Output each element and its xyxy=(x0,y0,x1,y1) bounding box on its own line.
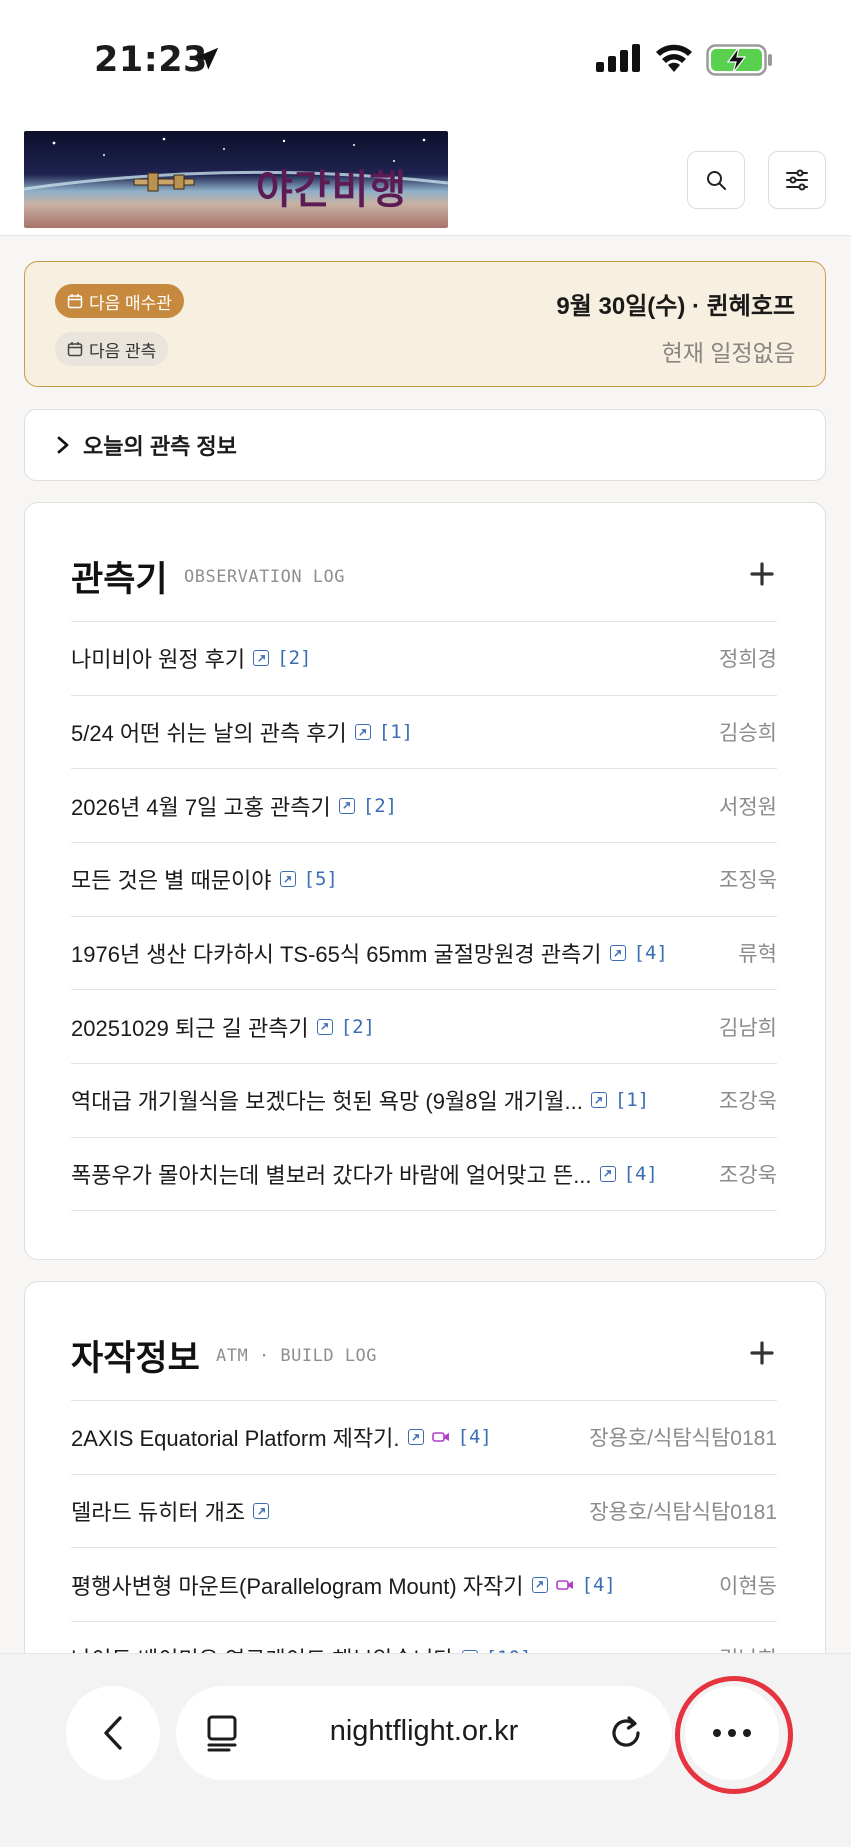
calendar-icon xyxy=(67,342,83,357)
comment-count: [4] xyxy=(581,1573,616,1596)
back-button[interactable] xyxy=(66,1686,160,1780)
site-header: 야간비행 xyxy=(0,124,851,236)
highlight-annotation-circle xyxy=(675,1676,793,1794)
build-log-list: 2AXIS Equatorial Platform 제작기. [4] 장용호/식… xyxy=(71,1400,777,1695)
post-author: 서정원 xyxy=(719,795,777,819)
video-attachment-icon xyxy=(555,1578,574,1592)
post-author: 정희경 xyxy=(719,648,777,672)
search-icon xyxy=(707,171,726,190)
post-author: 조강욱 xyxy=(719,1090,777,1114)
url-text[interactable]: nightflight.or.kr xyxy=(176,1715,672,1748)
observation-log-panel: 관측기 OBSERVATION LOG 나미비아 원정 후기 [2] 정희경 5… xyxy=(24,502,826,1260)
build-log-title: 자작정보 xyxy=(71,1339,200,1379)
list-item[interactable]: 나미비아 원정 후기 [2] 정희경 xyxy=(71,621,777,695)
status-time: 21:23 xyxy=(94,40,208,80)
chevron-left-icon xyxy=(104,1716,122,1750)
today-observation-label: 오늘의 관측 정보 xyxy=(83,434,237,459)
comment-count: [2] xyxy=(362,794,398,817)
comment-count: [5] xyxy=(303,868,338,891)
next-observation-value: 현재 일정없음 xyxy=(661,340,795,366)
comment-count: [2] xyxy=(340,1015,375,1038)
post-title[interactable]: 5/24 어떤 쉬는 날의 관측 후기 xyxy=(71,716,347,748)
image-attachment-icon xyxy=(599,1165,616,1182)
chevron-right-icon xyxy=(57,436,69,454)
next-meetup-value: 9월 30일(수) · 퀸혜호프 xyxy=(556,293,795,320)
add-build-log-button[interactable] xyxy=(749,1340,775,1366)
post-title[interactable]: 2AXIS Equatorial Platform 제작기. xyxy=(71,1421,400,1453)
list-item[interactable]: 5/24 어떤 쉬는 날의 관측 후기 [1] 김승희 xyxy=(71,694,777,769)
list-item[interactable]: 2AXIS Equatorial Platform 제작기. [4] 장용호/식… xyxy=(71,1400,777,1474)
build-log-subtitle: ATM · BUILD LOG xyxy=(216,1346,378,1366)
logo-text: 야간비행 xyxy=(256,167,408,213)
image-attachment-icon xyxy=(253,650,270,667)
list-item[interactable]: 폭풍우가 몰아치는데 별보러 갔다가 바람에 얼어맞고 뜬... [4] 조강욱 xyxy=(71,1136,777,1211)
observation-list: 나미비아 원정 후기 [2] 정희경 5/24 어떤 쉬는 날의 관측 후기 [… xyxy=(71,621,777,1211)
next-observation-label: 다음 관측 xyxy=(89,341,157,361)
image-attachment-icon xyxy=(338,797,355,814)
image-attachment-icon xyxy=(316,1018,333,1035)
list-item[interactable]: 역대급 개기월식을 보겠다는 헛된 욕망 (9월8일 개기월... [1] 조강… xyxy=(71,1063,777,1137)
address-bar[interactable]: nightflight.or.kr xyxy=(176,1686,672,1780)
settings-menu-button[interactable] xyxy=(768,151,826,209)
comment-count: [1] xyxy=(614,1089,650,1112)
comment-count: [4] xyxy=(457,1426,492,1449)
list-item[interactable]: 평행사변형 마운트(Parallelogram Mount) 자작기 [4] 이… xyxy=(71,1547,777,1621)
next-meetup-badge: 다음 매수관 xyxy=(55,284,184,318)
wifi-icon xyxy=(654,42,694,79)
list-item[interactable]: 델라드 듀히터 개조 장용호/식탐식탐0181 xyxy=(71,1473,777,1548)
next-observation-badge: 다음 관측 xyxy=(55,332,169,366)
image-attachment-icon xyxy=(609,945,626,962)
add-observation-button[interactable] xyxy=(749,561,775,587)
post-title[interactable]: 나미비아 원정 후기 xyxy=(71,642,245,674)
observation-log-title: 관측기 xyxy=(71,560,168,600)
list-item[interactable]: 20251029 퇴근 길 관측기 [2] 김남희 xyxy=(71,989,777,1063)
post-title[interactable]: 평행사변형 마운트(Parallelogram Mount) 자작기 xyxy=(71,1569,524,1601)
sliders-icon xyxy=(786,169,808,191)
next-meetup-label: 다음 매수관 xyxy=(89,293,172,313)
post-author: 류혁 xyxy=(738,943,777,967)
post-title[interactable]: 델라드 듀히터 개조 xyxy=(71,1495,245,1527)
post-author: 이현동 xyxy=(719,1574,777,1598)
post-title[interactable]: 2026년 4월 7일 고홍 관측기 xyxy=(71,790,331,822)
list-item[interactable]: 1976년 생산 다카하시 TS-65식 65mm 굴절망원경 관측기 [4] … xyxy=(71,915,777,990)
status-bar: 21:23 xyxy=(0,0,851,124)
reload-icon[interactable] xyxy=(608,1711,646,1753)
image-attachment-icon xyxy=(407,1429,424,1446)
post-author: 김남희 xyxy=(719,1016,777,1040)
post-title[interactable]: 1976년 생산 다카하시 TS-65식 65mm 굴절망원경 관측기 xyxy=(71,937,602,969)
comment-count: [4] xyxy=(623,1162,658,1185)
image-attachment-icon xyxy=(590,1092,607,1109)
video-attachment-icon xyxy=(431,1430,450,1444)
comment-count: [1] xyxy=(378,721,414,744)
site-logo[interactable]: 야간비행 xyxy=(24,131,448,228)
search-button[interactable] xyxy=(687,151,745,209)
post-title[interactable]: 20251029 퇴근 길 관측기 xyxy=(71,1011,309,1043)
list-item[interactable]: 2026년 4월 7일 고홍 관측기 [2] 서정원 xyxy=(71,768,777,842)
post-author: 조징욱 xyxy=(719,869,777,893)
location-arrow-icon xyxy=(192,44,222,79)
battery-charging-icon xyxy=(706,44,774,81)
image-attachment-icon xyxy=(279,871,296,888)
post-author: 장용호/식탐식탐0181 xyxy=(589,1501,777,1525)
post-author: 조강욱 xyxy=(719,1163,777,1187)
post-author: 김승희 xyxy=(719,722,777,746)
observation-log-subtitle: OBSERVATION LOG xyxy=(184,567,346,587)
image-attachment-icon xyxy=(354,724,371,741)
post-title[interactable]: 역대급 개기월식을 보겠다는 헛된 욕망 (9월8일 개기월... xyxy=(71,1084,583,1116)
image-attachment-icon xyxy=(531,1576,548,1593)
comment-count: [4] xyxy=(633,942,668,965)
post-author: 장용호/식탐식탐0181 xyxy=(589,1427,777,1451)
calendar-icon xyxy=(67,294,83,309)
post-title[interactable]: 모든 것은 별 때문이야 xyxy=(71,863,272,895)
image-attachment-icon xyxy=(253,1503,270,1520)
next-event-card: 다음 매수관 9월 30일(수) · 퀸혜호프 다음 관측 현재 일정없음 xyxy=(24,261,826,387)
today-observation-toggle[interactable]: 오늘의 관측 정보 xyxy=(24,409,826,481)
post-title[interactable]: 폭풍우가 몰아치는데 별보러 갔다가 바람에 얼어맞고 뜬... xyxy=(71,1158,592,1190)
comment-count: [2] xyxy=(277,647,312,670)
cellular-signal-icon xyxy=(596,44,642,77)
list-item[interactable]: 모든 것은 별 때문이야 [5] 조징욱 xyxy=(71,842,777,916)
